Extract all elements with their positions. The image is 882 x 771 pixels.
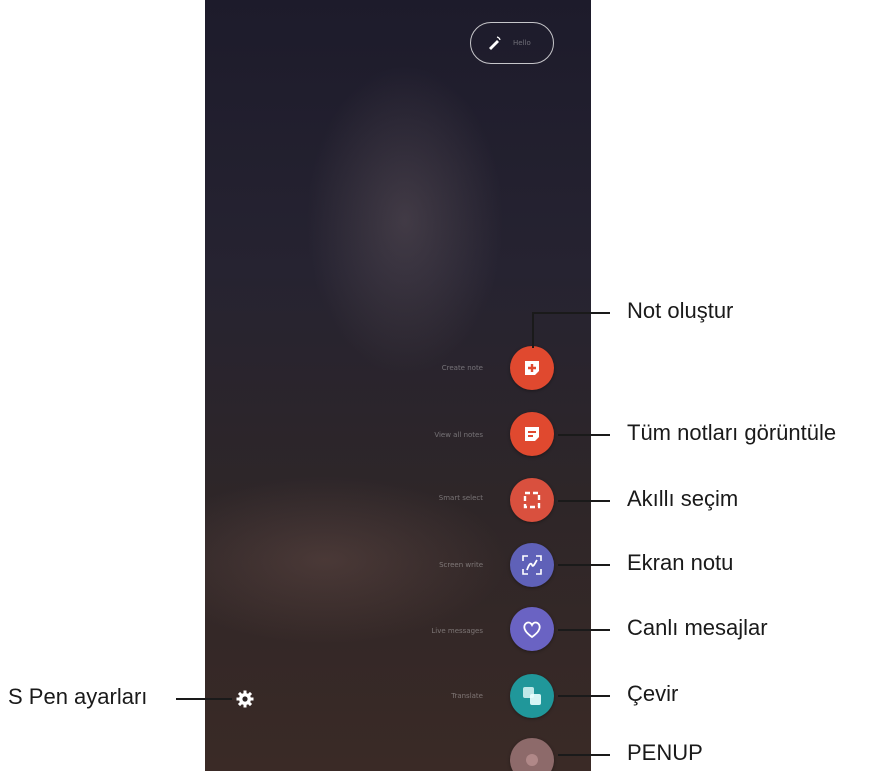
translate-button[interactable]	[510, 674, 554, 718]
menu-label-live-messages: Live messages	[431, 627, 483, 635]
smart-select-button[interactable]	[510, 478, 554, 522]
callout-live-messages: Canlı mesajlar	[627, 615, 768, 640]
menu-label-translate: Translate	[451, 692, 483, 700]
callout-smart-select: Akıllı seçim	[627, 486, 739, 511]
live-messages-button[interactable]	[510, 607, 554, 651]
menu-label-create-note: Create note	[441, 364, 483, 372]
screen-write-icon	[522, 555, 542, 575]
callout-line-view-all-notes	[558, 434, 610, 436]
pen-pill-button[interactable]: Hello	[470, 22, 554, 64]
callout-line-live-messages	[558, 629, 610, 631]
create-note-icon	[525, 361, 539, 375]
callout-settings: S Pen ayarları	[8, 684, 148, 709]
callout-translate: Çevir	[627, 681, 679, 706]
screen-write-button[interactable]	[510, 543, 554, 587]
smart-select-icon	[523, 491, 541, 509]
callout-line-smart-select	[558, 500, 610, 502]
view-all-notes-icon	[525, 427, 539, 441]
create-note-button[interactable]	[510, 346, 554, 390]
settings-gear-icon[interactable]	[235, 689, 255, 709]
translate-icon	[523, 687, 541, 705]
penup-icon	[526, 754, 538, 766]
callout-line-penup	[558, 754, 610, 756]
view-all-notes-button[interactable]	[510, 412, 554, 456]
penup-button[interactable]	[510, 738, 554, 771]
menu-label-smart-select: Smart select	[438, 494, 483, 502]
pen-pill-text: Hello	[513, 39, 531, 47]
callout-line-screen-write	[558, 564, 610, 566]
menu-label-view-all-notes: View all notes	[434, 431, 483, 439]
callout-penup: PENUP	[627, 740, 703, 765]
callout-line-translate	[558, 695, 610, 697]
callout-screen-write: Ekran notu	[627, 550, 734, 575]
menu-label-screen-write: Screen write	[439, 561, 483, 569]
callout-line-create-note	[532, 312, 610, 314]
callout-view-all-notes: Tüm notları görüntüle	[627, 420, 837, 445]
pen-icon	[489, 36, 501, 50]
callout-line-settings	[176, 698, 232, 700]
live-messages-icon	[523, 621, 541, 639]
callout-create-note: Not oluştur	[627, 298, 734, 323]
phone-screen: Hello Create note View all notes Smart s…	[205, 0, 591, 771]
callout-connector-create-note	[532, 312, 534, 348]
